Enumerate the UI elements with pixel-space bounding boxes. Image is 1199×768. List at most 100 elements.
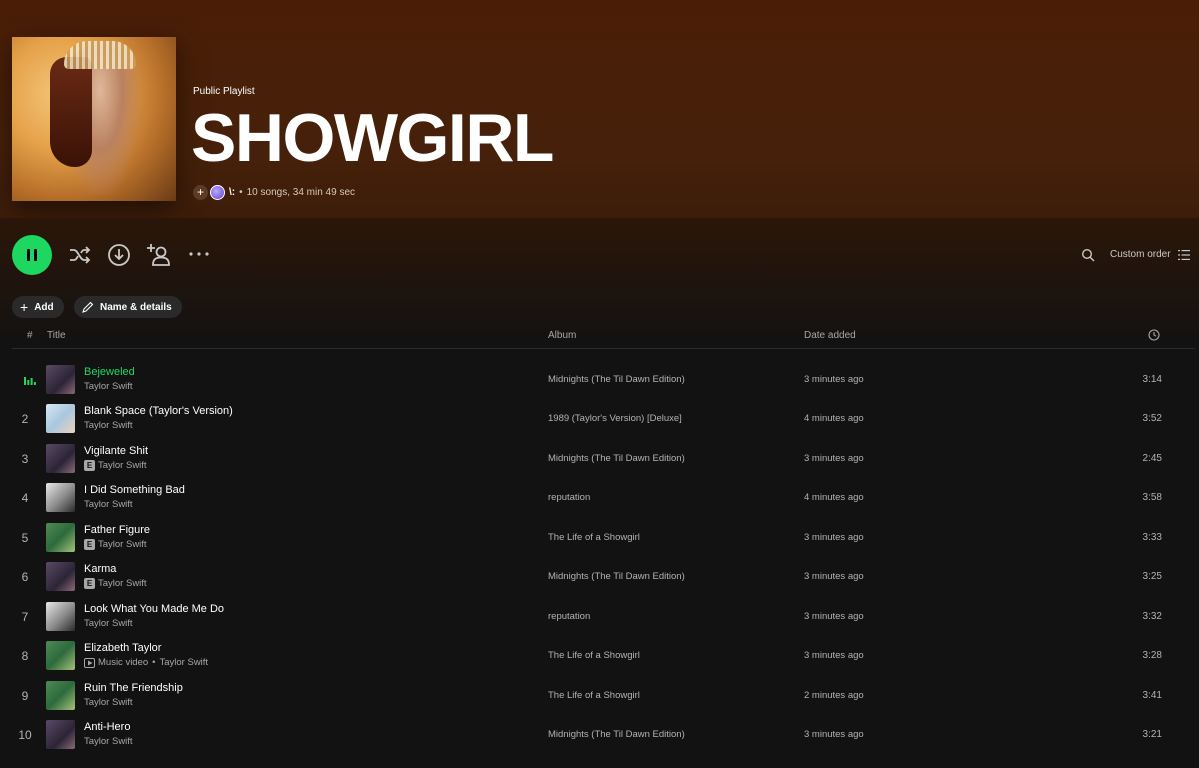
table-row[interactable]: 10 Anti-Hero Taylor Swift Midnights (The… [0, 716, 1199, 755]
track-title[interactable]: Ruin The Friendship [84, 682, 183, 694]
table-row[interactable]: 3 Vigilante Shit E Taylor Swift Midnights… [0, 440, 1199, 479]
playlist-type-label: Public Playlist [193, 86, 255, 97]
track-title[interactable]: Bejeweled [84, 366, 135, 378]
track-date-added: 3 minutes ago [804, 571, 864, 582]
table-row[interactable]: 4 I Did Something Bad Taylor Swift reput… [0, 479, 1199, 518]
track-duration: 3:32 [1142, 611, 1162, 622]
table-row[interactable]: 9 Ruin The Friendship Taylor Swift The L… [0, 677, 1199, 716]
track-album[interactable]: 1989 (Taylor's Version) [Deluxe] [548, 413, 682, 424]
album-thumbnail[interactable] [46, 602, 75, 631]
track-title[interactable]: Blank Space (Taylor's Version) [84, 405, 233, 417]
track-artist[interactable]: Taylor Swift [98, 539, 147, 550]
track-title[interactable]: Anti-Hero [84, 721, 130, 733]
track-duration: 3:58 [1142, 492, 1162, 503]
track-number: 3 [21, 452, 29, 466]
track-subtitle: Taylor Swift [84, 697, 133, 708]
track-subtitle: Taylor Swift [84, 736, 133, 747]
track-album[interactable]: The Life of a Showgirl [548, 532, 640, 543]
more-icon[interactable] [188, 243, 210, 265]
track-number: 2 [21, 412, 29, 426]
track-artist[interactable]: Taylor Swift [98, 578, 147, 589]
track-album[interactable]: reputation [548, 492, 590, 503]
sort-order-button[interactable]: Custom order [1110, 249, 1171, 260]
track-artist[interactable]: Taylor Swift [84, 697, 133, 708]
track-duration: 3:41 [1142, 690, 1162, 701]
track-album[interactable]: Midnights (The Til Dawn Edition) [548, 453, 685, 464]
header-divider [12, 348, 1195, 349]
track-duration: 2:45 [1142, 453, 1162, 464]
album-thumbnail[interactable] [46, 523, 75, 552]
owner-avatar[interactable] [210, 184, 225, 200]
add-user-icon[interactable] [146, 242, 172, 268]
shuffle-icon[interactable] [67, 242, 93, 268]
column-header-number: # [27, 330, 33, 341]
track-title[interactable]: Look What You Made Me Do [84, 603, 224, 615]
table-row[interactable]: 6 Karma E Taylor Swift Midnights (The Til… [0, 558, 1199, 597]
playlist-cover-image[interactable] [12, 37, 176, 201]
track-artist[interactable]: Taylor Swift [84, 420, 133, 431]
explicit-badge: E [84, 539, 95, 550]
download-icon[interactable] [106, 242, 132, 268]
explicit-badge: E [84, 578, 95, 589]
album-thumbnail[interactable] [46, 641, 75, 670]
track-title[interactable]: Father Figure [84, 524, 150, 536]
album-thumbnail[interactable] [46, 444, 75, 473]
track-title[interactable]: Elizabeth Taylor [84, 642, 161, 654]
track-album[interactable]: Midnights (The Til Dawn Edition) [548, 571, 685, 582]
add-collaborator-icon[interactable]: + [193, 184, 208, 200]
search-icon[interactable] [1081, 248, 1095, 262]
column-header-title[interactable]: Title [47, 330, 66, 341]
track-date-added: 3 minutes ago [804, 532, 864, 543]
table-row[interactable]: 5 Father Figure E Taylor Swift The Life o… [0, 519, 1199, 558]
track-album[interactable]: The Life of a Showgirl [548, 650, 640, 661]
table-row[interactable]: Bejeweled Taylor Swift Midnights (The Ti… [0, 361, 1199, 400]
playlist-meta: + \: • 10 songs, 34 min 49 sec [193, 184, 355, 200]
album-thumbnail[interactable] [46, 365, 75, 394]
album-thumbnail[interactable] [46, 562, 75, 591]
pencil-icon [82, 301, 94, 313]
list-icon[interactable] [1178, 249, 1190, 261]
track-artist[interactable]: Taylor Swift [160, 657, 209, 668]
pause-icon [27, 249, 37, 261]
album-thumbnail[interactable] [46, 681, 75, 710]
pause-button[interactable] [12, 235, 52, 275]
track-album[interactable]: Midnights (The Til Dawn Edition) [548, 374, 685, 385]
track-album[interactable]: reputation [548, 611, 590, 622]
track-date-added: 3 minutes ago [804, 729, 864, 740]
column-header-album[interactable]: Album [548, 330, 576, 341]
explicit-badge: E [84, 460, 95, 471]
track-artist[interactable]: Taylor Swift [84, 499, 133, 510]
track-artist[interactable]: Taylor Swift [84, 618, 133, 629]
plus-icon: + [20, 299, 29, 315]
track-artist[interactable]: Taylor Swift [84, 381, 133, 392]
name-details-button[interactable]: Name & details [74, 296, 182, 318]
add-button[interactable]: + Add [12, 296, 64, 318]
subtitle-separator: • [152, 657, 156, 668]
track-number: 8 [21, 649, 29, 663]
album-thumbnail[interactable] [46, 720, 75, 749]
add-button-label: Add [34, 301, 54, 313]
track-subtitle: Music video • Taylor Swift [84, 657, 208, 668]
track-title[interactable]: Karma [84, 563, 116, 575]
column-header-date-added[interactable]: Date added [804, 330, 856, 341]
track-date-added: 2 minutes ago [804, 690, 864, 701]
track-date-added: 4 minutes ago [804, 492, 864, 503]
table-row[interactable]: 7 Look What You Made Me Do Taylor Swift … [0, 598, 1199, 637]
track-duration: 3:28 [1142, 650, 1162, 661]
track-title[interactable]: I Did Something Bad [84, 484, 185, 496]
track-artist[interactable]: Taylor Swift [84, 736, 133, 747]
table-row[interactable]: 2 Blank Space (Taylor's Version) Taylor … [0, 400, 1199, 439]
track-title[interactable]: Vigilante Shit [84, 445, 148, 457]
controls-background [0, 218, 1199, 348]
music-video-label: Music video [98, 657, 149, 668]
owner-name[interactable]: \: [229, 187, 235, 198]
cover-headpiece [64, 41, 136, 69]
playlist-title[interactable]: SHOWGIRL [191, 98, 554, 178]
album-thumbnail[interactable] [46, 404, 75, 433]
track-album[interactable]: The Life of a Showgirl [548, 690, 640, 701]
album-thumbnail[interactable] [46, 483, 75, 512]
track-artist[interactable]: Taylor Swift [98, 460, 147, 471]
track-album[interactable]: Midnights (The Til Dawn Edition) [548, 729, 685, 740]
table-row[interactable]: 8 Elizabeth Taylor Music video • Taylor … [0, 637, 1199, 676]
track-duration: 3:33 [1142, 532, 1162, 543]
